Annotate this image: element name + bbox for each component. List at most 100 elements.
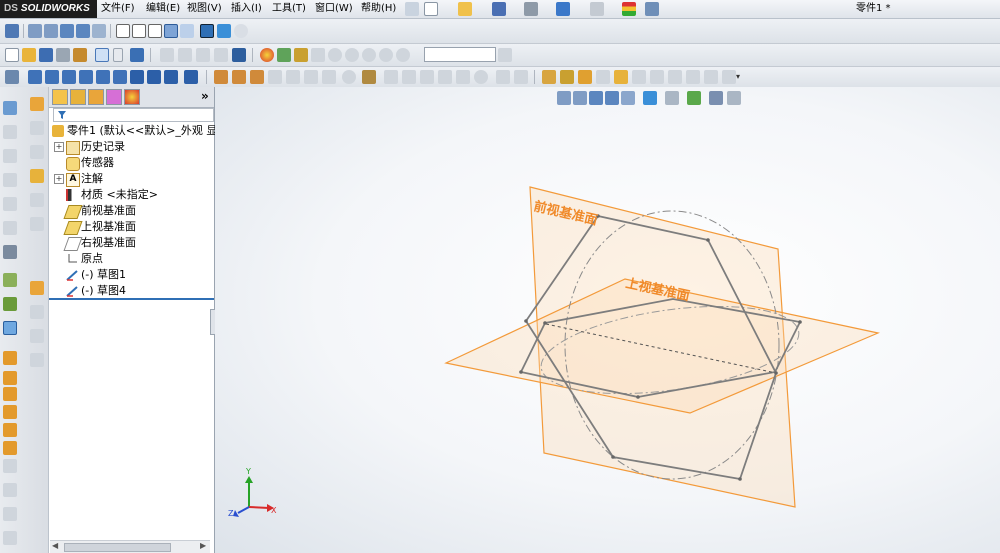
check-icon[interactable]	[214, 48, 228, 62]
save-icon[interactable]	[492, 2, 506, 16]
sketch-icon[interactable]	[130, 48, 144, 62]
menu-tools[interactable]: 工具(T)	[272, 0, 306, 18]
render-icon[interactable]	[362, 48, 376, 62]
revolve-icon[interactable]	[232, 70, 246, 84]
zoom-icon[interactable]	[28, 24, 42, 38]
shell-icon[interactable]	[342, 70, 356, 84]
zoom-area-icon[interactable]	[44, 24, 58, 38]
draft-icon[interactable]	[402, 70, 416, 84]
tree-horizontal-scrollbar[interactable]: ◀ ▶	[50, 540, 210, 553]
top-view-icon[interactable]	[96, 70, 110, 84]
expand-icon[interactable]: +	[54, 174, 64, 184]
strip-tool-icon[interactable]	[3, 387, 17, 401]
strip-tool-icon[interactable]	[3, 507, 17, 521]
strip-tool-icon[interactable]	[30, 305, 44, 319]
menu-insert[interactable]: 插入(I)	[231, 0, 262, 18]
strip-tool-icon[interactable]	[30, 121, 44, 135]
save-doc-icon[interactable]	[39, 48, 53, 62]
chamfer-icon[interactable]	[322, 70, 336, 84]
dimxpert-tab-icon[interactable]	[106, 89, 122, 105]
smart-dimension-icon[interactable]	[232, 48, 246, 62]
print-icon[interactable]	[524, 2, 538, 16]
slot-tool-icon[interactable]	[668, 70, 682, 84]
menu-edit[interactable]: 编辑(E)	[146, 0, 180, 18]
new-doc-icon[interactable]	[5, 48, 19, 62]
menu-view[interactable]: 视图(V)	[187, 0, 222, 18]
shaded-icon[interactable]	[180, 24, 194, 38]
polygon-tool-icon[interactable]	[632, 70, 646, 84]
offset-tool-icon[interactable]	[704, 70, 718, 84]
section-props-icon[interactable]	[196, 48, 210, 62]
menu-window[interactable]: 窗口(W)	[315, 0, 353, 18]
scroll-left-icon[interactable]: ◀	[52, 541, 58, 550]
strip-tool-icon[interactable]	[30, 145, 44, 159]
convert-tool-icon[interactable]	[722, 70, 736, 84]
select-dropdown-icon[interactable]	[113, 48, 123, 62]
arc-tool-icon[interactable]	[614, 70, 628, 84]
bottom-view-icon[interactable]	[113, 70, 127, 84]
curves-icon[interactable]	[514, 70, 528, 84]
circle-tool-icon[interactable]	[596, 70, 610, 84]
preview-icon[interactable]	[379, 48, 393, 62]
extrude-icon[interactable]	[214, 70, 228, 84]
normal-to-icon[interactable]	[184, 70, 198, 84]
more-tools-icon[interactable]: ▾	[736, 70, 746, 84]
open-icon[interactable]	[458, 2, 472, 16]
strip-tool-icon[interactable]	[3, 459, 17, 473]
propertymanager-tab-icon[interactable]	[70, 89, 86, 105]
wrap-icon[interactable]	[438, 70, 452, 84]
pin-icon[interactable]	[405, 2, 419, 16]
hole-wizard-icon[interactable]	[362, 70, 376, 84]
make-drawing-icon[interactable]	[73, 48, 87, 62]
strip-tool-icon[interactable]	[30, 193, 44, 207]
camera-icon[interactable]	[345, 48, 359, 62]
strip-tool-icon[interactable]	[3, 197, 17, 211]
front-view-icon[interactable]	[28, 70, 42, 84]
strip-tool-icon[interactable]	[3, 531, 17, 545]
final-render-icon[interactable]	[396, 48, 410, 62]
perspective-icon[interactable]	[217, 24, 231, 38]
strip-tool-icon[interactable]	[3, 321, 17, 335]
appearance-icon[interactable]	[260, 48, 274, 62]
reference-geometry-icon[interactable]	[496, 70, 510, 84]
open-doc-icon[interactable]	[22, 48, 36, 62]
measure-icon[interactable]	[160, 48, 174, 62]
dimetric-view-icon[interactable]	[164, 70, 178, 84]
undo-icon[interactable]	[556, 2, 570, 16]
dome-icon[interactable]	[420, 70, 434, 84]
panel-expand-icon[interactable]: »	[201, 89, 209, 103]
pattern-icon[interactable]	[474, 70, 488, 84]
strip-tool-icon[interactable]	[3, 221, 17, 235]
right-view-icon[interactable]	[79, 70, 93, 84]
select-icon[interactable]	[95, 48, 109, 62]
mirror-icon[interactable]	[456, 70, 470, 84]
strip-tool-icon[interactable]	[3, 423, 17, 437]
menu-help[interactable]: 帮助(H)	[361, 0, 396, 18]
isometric-view-icon[interactable]	[130, 70, 144, 84]
configuration-tab-icon[interactable]	[88, 89, 104, 105]
strip-tool-icon[interactable]	[30, 329, 44, 343]
strip-tool-icon[interactable]	[3, 101, 17, 115]
realview-icon[interactable]	[234, 24, 248, 38]
spline-tool-icon[interactable]	[650, 70, 664, 84]
anchor-icon[interactable]	[5, 70, 19, 84]
strip-tool-icon[interactable]	[30, 217, 44, 231]
scene-icon[interactable]	[277, 48, 291, 62]
graphics-area[interactable]: 前视基准面 上视基准面 Y X Z	[215, 87, 1000, 553]
rollback-bar[interactable]	[49, 298, 214, 300]
tree-item-history[interactable]: + 历史记录	[49, 139, 214, 155]
scroll-thumb[interactable]	[64, 543, 171, 552]
pan-icon[interactable]	[76, 24, 90, 38]
tree-filter[interactable]	[53, 108, 214, 122]
view-heads-up-icon[interactable]	[5, 24, 19, 38]
back-view-icon[interactable]	[45, 70, 59, 84]
strip-tool-icon[interactable]	[3, 351, 17, 365]
lights-icon[interactable]	[328, 48, 342, 62]
expand-icon[interactable]: +	[54, 142, 64, 152]
print-doc-icon[interactable]	[56, 48, 70, 62]
strip-tool-icon[interactable]	[3, 297, 17, 311]
menu-file[interactable]: 文件(F)	[101, 0, 135, 18]
loft-icon[interactable]	[268, 70, 282, 84]
strip-tool-icon[interactable]	[3, 149, 17, 163]
hidden-removed-icon[interactable]	[148, 24, 162, 38]
